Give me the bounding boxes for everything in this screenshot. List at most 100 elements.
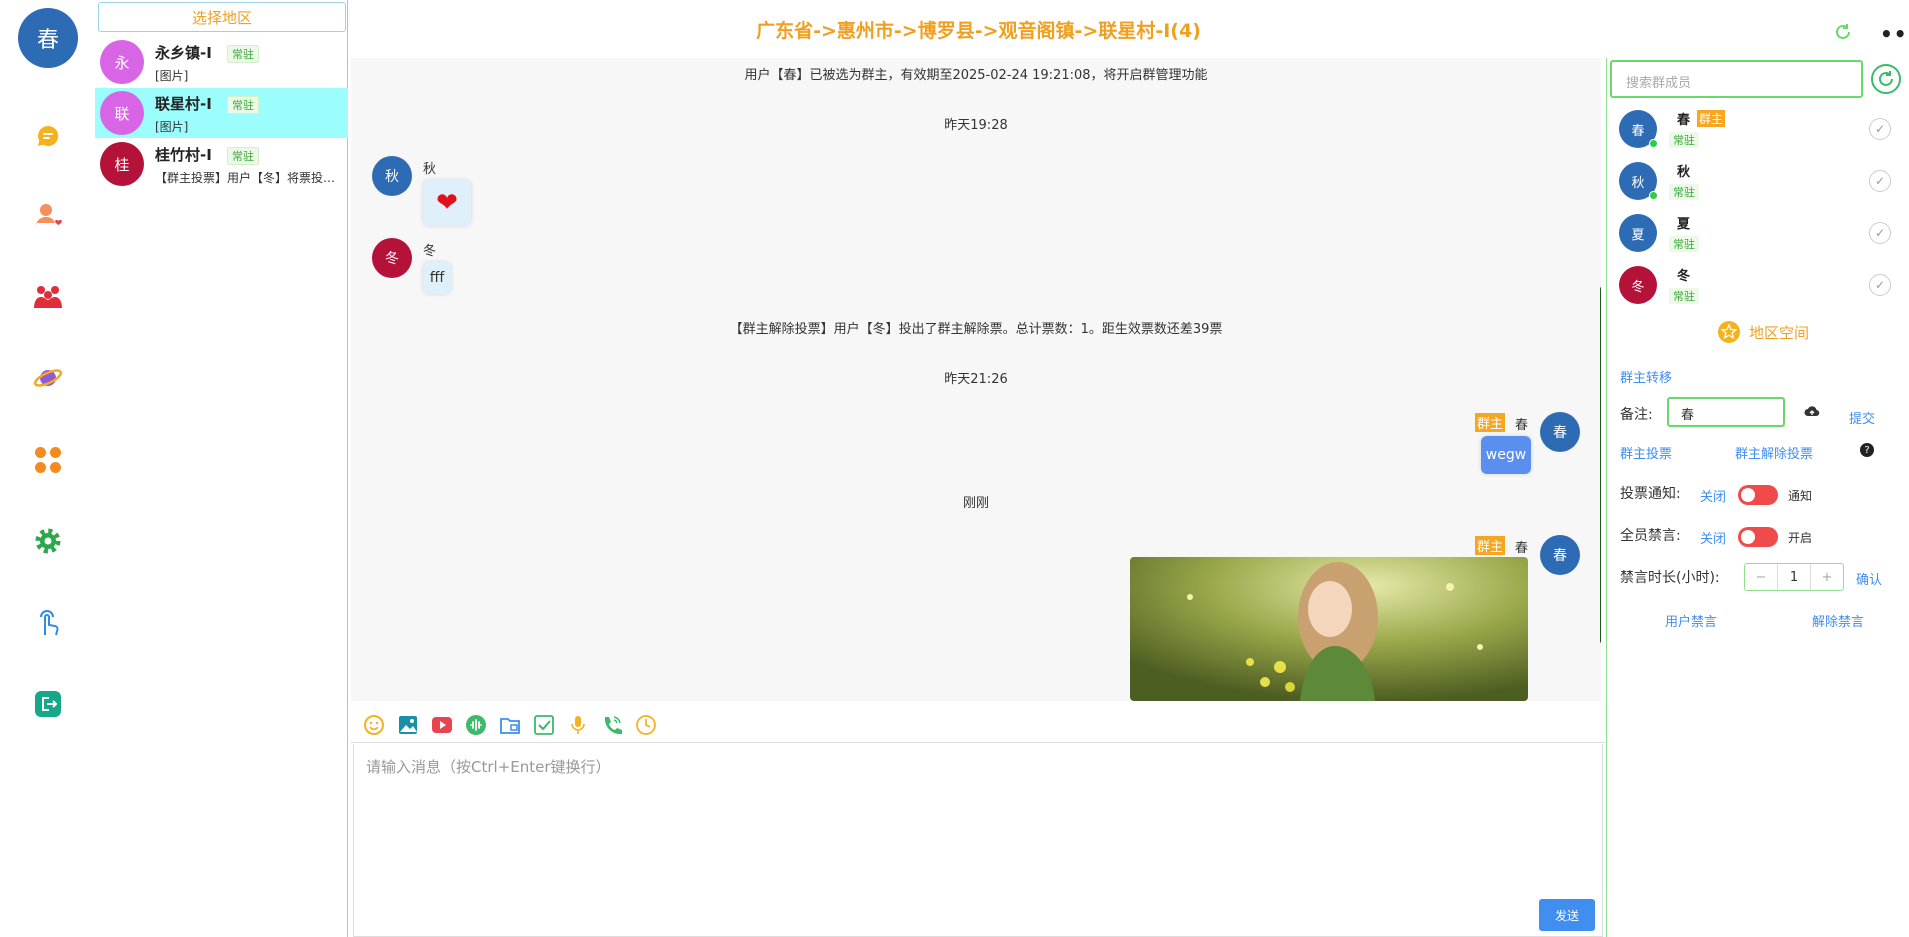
check-icon[interactable]: ✓ [1869, 222, 1891, 244]
vote-notice-on-label: 通知 [1788, 489, 1813, 503]
mute-all-label: 全员禁言: [1620, 528, 1681, 544]
resident-tag: 常驻 [1669, 236, 1699, 252]
mute-all-on-label: 开启 [1788, 531, 1813, 545]
message-input[interactable]: 请输入消息（按Ctrl+Enter键换行） [353, 744, 1603, 937]
message-area: 用户【春】已被选为群主，有效期至2025-02-24 19:21:08，将开启群… [351, 58, 1601, 701]
check-icon[interactable]: ✓ [1869, 170, 1891, 192]
planet-icon[interactable] [30, 360, 66, 396]
timestamp: 昨天21:26 [944, 372, 1008, 387]
more-icon[interactable]: ••• [1880, 22, 1909, 46]
conversation-preview: 【群主投票】用户【冬】将票投给了【春】 [155, 171, 345, 185]
message-bubble[interactable]: wegw [1481, 436, 1531, 474]
owner-badge: 群主 [1475, 536, 1506, 555]
note-input[interactable]: 春 [1667, 397, 1785, 427]
emoji-icon[interactable] [363, 714, 385, 736]
refresh-members-icon[interactable] [1871, 64, 1901, 94]
audio-icon[interactable] [465, 714, 487, 736]
system-message: 用户【春】已被选为群主，有效期至2025-02-24 19:21:08，将开启群… [744, 68, 1208, 83]
timestamp: 刚刚 [962, 496, 989, 511]
online-indicator [1649, 139, 1658, 148]
mute-hours-value[interactable]: 1 [1778, 564, 1810, 590]
chat-icon[interactable] [30, 118, 66, 154]
resident-tag: 常驻 [1669, 184, 1699, 200]
conversation-item[interactable]: 联 联星村-I 常驻 [图片] [95, 88, 348, 138]
video-icon[interactable] [431, 714, 453, 736]
sender-name: 春 [1515, 418, 1529, 433]
timestamp: 昨天19:28 [944, 118, 1008, 133]
resident-tag: 常驻 [227, 96, 259, 114]
conversation-list: 选择地区 永 永乡镇-I 常驻 [图片] 联 联星村-I 常驻 [图片] 桂 桂… [95, 0, 348, 937]
chat-header: 广东省->惠州市->博罗县->观音阁镇->联星村-I(4) ••• [349, 0, 1909, 58]
user-mute-link[interactable]: 用户禁言 [1665, 611, 1717, 630]
conversation-preview: [图片] [155, 69, 189, 83]
online-indicator [1649, 191, 1658, 200]
vote-notice-off-label[interactable]: 关闭 [1700, 486, 1726, 505]
my-avatar[interactable]: 春 [18, 8, 78, 68]
member-item[interactable]: 冬 冬 常驻 ✓ [1607, 260, 1909, 312]
owner-vote-link[interactable]: 群主投票 [1620, 443, 1672, 462]
icon-rail: 春 [0, 0, 95, 937]
conversation-item[interactable]: 永 永乡镇-I 常驻 [图片] [95, 37, 348, 87]
select-region-button[interactable]: 选择地区 [98, 2, 346, 32]
logout-icon[interactable] [30, 686, 66, 722]
mute-hours-stepper: − 1 + [1744, 563, 1844, 591]
contacts-icon[interactable] [30, 198, 66, 234]
avatar: 桂 [100, 142, 144, 186]
avatar[interactable]: 春 [1540, 535, 1580, 575]
groups-icon[interactable] [30, 280, 66, 316]
avatar: 永 [100, 40, 144, 84]
phone-icon[interactable] [601, 714, 623, 736]
settings-icon[interactable] [30, 523, 66, 559]
mute-all-off-label[interactable]: 关闭 [1700, 528, 1726, 547]
composer-toolbar [351, 701, 1605, 743]
member-item[interactable]: 春 春 群主 常驻 ✓ [1607, 104, 1909, 156]
increment-button[interactable]: + [1810, 564, 1843, 590]
owner-badge: 群主 [1475, 413, 1506, 432]
check-icon[interactable]: ✓ [1869, 118, 1891, 140]
cloud-upload-icon[interactable] [1804, 404, 1820, 418]
message-bubble[interactable]: ❤ [423, 180, 471, 226]
resident-tag: 常驻 [1669, 288, 1699, 304]
region-space-link[interactable]: 地区空间 [1717, 320, 1809, 344]
decrement-button[interactable]: − [1745, 564, 1778, 590]
touch-icon[interactable] [30, 604, 66, 640]
unmute-link[interactable]: 解除禁言 [1812, 611, 1864, 630]
avatar: 夏 [1619, 214, 1657, 252]
folder-icon[interactable] [499, 714, 521, 736]
member-search-input[interactable]: 搜索群成员 [1610, 60, 1863, 98]
avatar[interactable]: 冬 [372, 238, 412, 278]
owner-transfer-link[interactable]: 群主转移 [1620, 367, 1672, 386]
avatar[interactable]: 春 [1540, 412, 1580, 452]
confirm-button[interactable]: 确认 [1856, 569, 1882, 588]
owner-unvote-link[interactable]: 群主解除投票 [1735, 443, 1813, 462]
avatar: 联 [100, 91, 144, 135]
task-icon[interactable] [533, 714, 555, 736]
apps-icon[interactable] [30, 442, 66, 478]
conversation-item[interactable]: 桂 桂竹村-I 常驻 【群主投票】用户【冬】将票投给了【春】 [95, 139, 348, 189]
avatar[interactable]: 秋 [372, 156, 412, 196]
member-item[interactable]: 夏 夏 常驻 ✓ [1607, 208, 1909, 260]
send-button[interactable]: 发送 [1539, 899, 1595, 931]
scrollbar[interactable] [1600, 286, 1601, 644]
app: 春 选择地区 永 永乡镇-I 常驻 [图片] 联 联星村-I 常驻 [图片] 桂… [0, 0, 1909, 937]
refresh-icon[interactable] [1834, 23, 1852, 41]
member-name: 春 [1677, 113, 1691, 128]
check-icon[interactable]: ✓ [1869, 274, 1891, 296]
message-bubble[interactable]: fff [423, 262, 451, 294]
submit-button[interactable]: 提交 [1849, 408, 1875, 427]
mute-all-toggle[interactable] [1738, 527, 1778, 547]
owner-badge: 群主 [1697, 110, 1726, 127]
clock-icon[interactable] [635, 714, 657, 736]
member-item[interactable]: 秋 秋 常驻 ✓ [1607, 156, 1909, 208]
image-message[interactable] [1130, 557, 1528, 701]
vote-notice-toggle[interactable] [1738, 485, 1778, 505]
resident-tag: 常驻 [227, 45, 259, 63]
help-icon[interactable]: ? [1860, 443, 1874, 457]
vote-notice-label: 投票通知: [1620, 486, 1681, 502]
resident-tag: 常驻 [227, 147, 259, 165]
star-icon [1718, 321, 1740, 343]
sender-name: 春 [1515, 541, 1529, 556]
member-panel: 搜索群成员 春 春 群主 常驻 ✓ 秋 秋 常驻 ✓ 夏 夏 常驻 ✓ 冬 冬 [1606, 58, 1909, 937]
microphone-icon[interactable] [567, 714, 589, 736]
image-icon[interactable] [397, 714, 419, 736]
